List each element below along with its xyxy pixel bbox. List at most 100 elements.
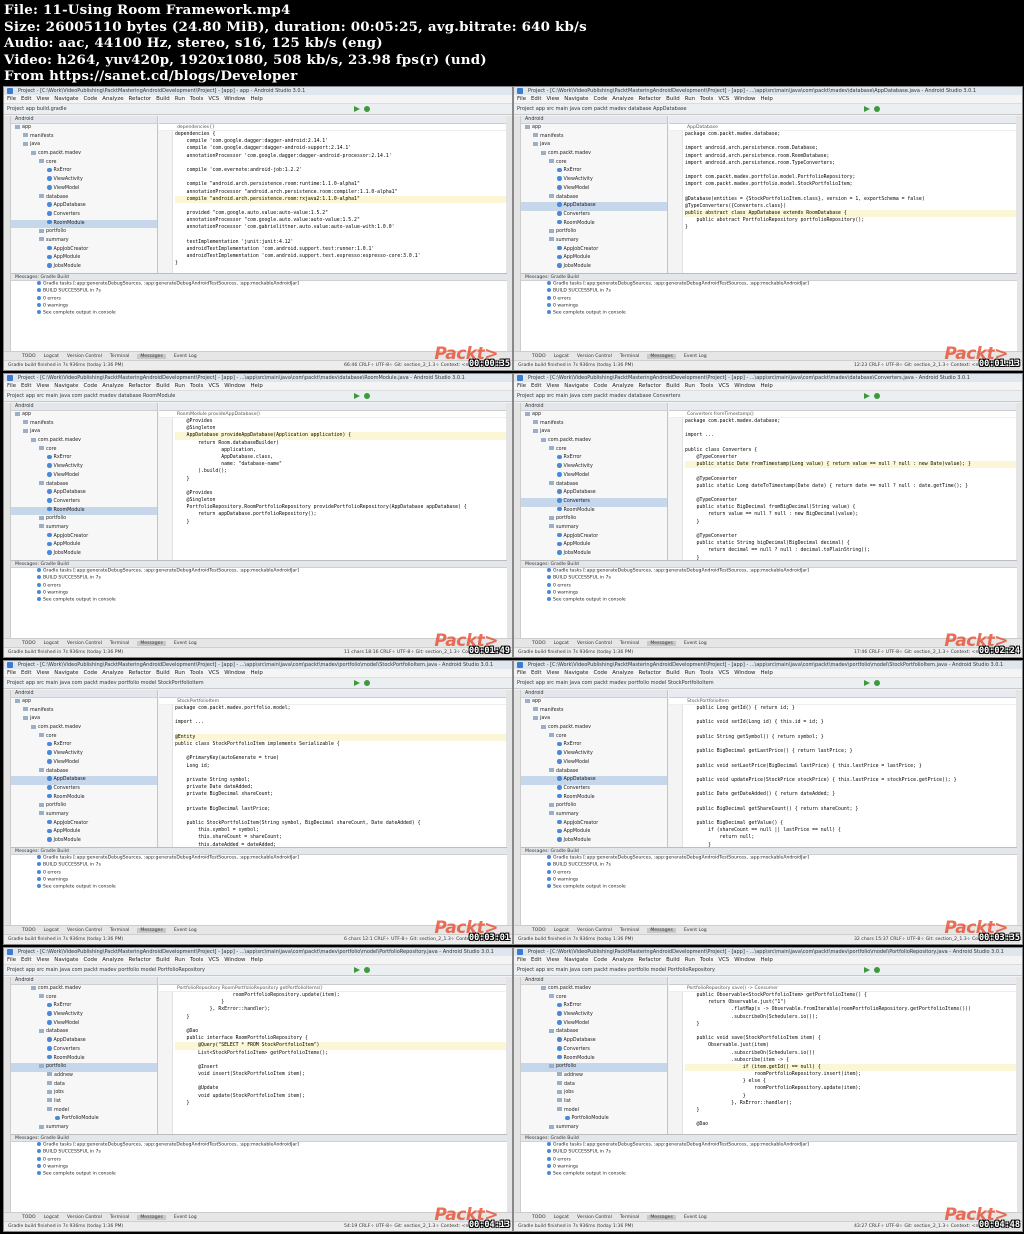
bottom-tab[interactable]: Messages [647,641,676,646]
tree-item[interactable]: JobsModule [11,550,157,559]
run-icon[interactable] [354,393,360,399]
editor-gutter[interactable] [669,131,683,273]
tree-item[interactable]: RoomModule [11,793,157,803]
tree-item[interactable]: RxError [521,1002,667,1011]
editor-gutter[interactable] [669,418,683,560]
nav-breadcrumb[interactable]: Project app src main java com packt made… [517,104,691,114]
bottom-tab[interactable]: Event Log [174,928,197,933]
cursor-position[interactable]: 12:23 [854,363,867,368]
editor-gutter[interactable] [159,131,173,273]
menu-item[interactable]: Tools [700,96,713,102]
menu-item[interactable]: Edit [21,670,31,676]
code-area[interactable]: package com.packt.madev.portfolio.model;… [175,705,506,847]
menu-item[interactable]: View [36,957,49,963]
tree-item[interactable]: java [11,141,157,150]
tree-item[interactable]: model [521,1107,667,1116]
tree-item[interactable]: com.packt.madev [11,150,157,159]
tree-item[interactable]: RxError [11,741,157,750]
tree-item[interactable]: RxError [521,167,667,176]
tree-item[interactable]: RoomModule [11,219,157,229]
nav-breadcrumb[interactable]: Project app build.gradle [7,104,71,114]
tree-item[interactable]: Converters [521,1046,667,1055]
menu-item[interactable]: Refactor [639,670,662,676]
menu-item[interactable]: Code [593,383,607,389]
bottom-tab[interactable]: Event Log [174,641,197,646]
tree-item[interactable]: AppJobCreator [11,245,157,255]
code-editor[interactable]: appAppDatabase.javaRoomModule.javaConver… [669,403,1016,560]
tree-item[interactable]: AppModule [11,541,157,550]
menu-item[interactable]: Window [734,670,755,676]
run-icon[interactable] [864,967,870,973]
tree-item[interactable]: AppDatabase [521,489,667,498]
menu-item[interactable]: VCS [208,957,219,963]
tree-item[interactable]: portfolio [521,515,667,524]
menu-item[interactable]: Window [224,670,245,676]
bottom-tab[interactable]: Version Control [67,354,102,359]
menu-item[interactable]: VCS [208,383,219,389]
project-view-selector[interactable]: Android [521,403,667,411]
tree-item[interactable]: ViewActivity [521,1011,667,1020]
tree-item[interactable]: addnew [11,1072,157,1081]
tree-item[interactable]: RxError [521,741,667,750]
project-view-selector[interactable]: Android [11,403,157,411]
tree-item[interactable]: RoomModule [521,1054,667,1064]
debug-icon[interactable] [364,680,370,686]
menu-item[interactable]: Edit [531,957,541,963]
menu-item[interactable]: Analyze [612,96,633,102]
tree-item[interactable]: summary [521,811,667,820]
menu-item[interactable]: Window [224,96,245,102]
debug-icon[interactable] [874,106,880,112]
left-tool-strip[interactable] [4,977,11,1213]
bottom-tab[interactable]: Event Log [684,641,707,646]
run-icon[interactable] [354,106,360,112]
tree-item[interactable]: core [521,446,667,455]
cursor-position[interactable]: 43:27 [854,1224,867,1229]
bottom-tab[interactable]: Version Control [67,928,102,933]
menu-item[interactable]: View [546,96,559,102]
tree-item[interactable]: app [11,124,157,133]
project-view-selector[interactable]: Android [521,690,667,698]
bottom-tab[interactable]: Terminal [620,354,639,359]
bottom-tab[interactable]: Version Control [577,354,612,359]
tree-item[interactable]: AppModule [11,828,157,837]
code-area[interactable]: public Long getId() { return id; } publi… [685,705,1016,847]
menu-item[interactable]: Edit [21,383,31,389]
tree-item[interactable]: com.packt.madev [521,985,667,994]
bottom-tab[interactable]: Logcat [554,641,569,646]
tree-item[interactable]: java [521,141,667,150]
tree-item[interactable]: AppDatabase [11,202,157,211]
menu-item[interactable]: Navigate [54,957,78,963]
tree-item[interactable]: ViewActivity [521,750,667,759]
tree-item[interactable]: data [521,1081,667,1090]
code-breadcrumb[interactable]: PortfolioRepository RoomPortfolioReposit… [159,985,506,992]
bottom-tab[interactable]: Terminal [110,354,129,359]
menu-item[interactable]: Analyze [612,670,633,676]
tree-item[interactable]: Converters [11,498,157,507]
editor-gutter[interactable] [159,418,173,560]
bottom-tab[interactable]: Logcat [44,1215,59,1220]
menu-item[interactable]: Window [734,957,755,963]
menu-item[interactable]: Build [156,670,170,676]
run-icon[interactable] [354,967,360,973]
menu-item[interactable]: Run [175,96,185,102]
tree-item[interactable]: app [521,124,667,133]
bottom-tab[interactable]: Messages [137,1215,166,1220]
tree-item[interactable]: portfolio [11,802,157,811]
tree-item[interactable]: AppModule [521,254,667,263]
tree-item[interactable]: database [521,768,667,777]
bottom-tab[interactable]: Logcat [554,928,569,933]
cursor-position[interactable]: 6 chars 12:1 [344,937,373,942]
code-area[interactable]: @Provides @Singleton AppDatabase provide… [175,418,506,560]
menu-item[interactable]: View [36,670,49,676]
tree-item[interactable]: app [11,698,157,707]
tree-item[interactable]: portfolio [521,1063,667,1072]
cursor-position[interactable]: 66:46 [344,363,357,368]
tree-item[interactable]: JobsModule [11,837,157,846]
editor-gutter[interactable] [159,992,173,1134]
menu-item[interactable]: VCS [718,670,729,676]
tree-item[interactable]: java [521,715,667,724]
left-tool-strip[interactable] [4,690,11,926]
debug-icon[interactable] [874,393,880,399]
code-breadcrumb[interactable]: AppDatabase [669,124,1016,131]
menu-item[interactable]: Build [156,383,170,389]
